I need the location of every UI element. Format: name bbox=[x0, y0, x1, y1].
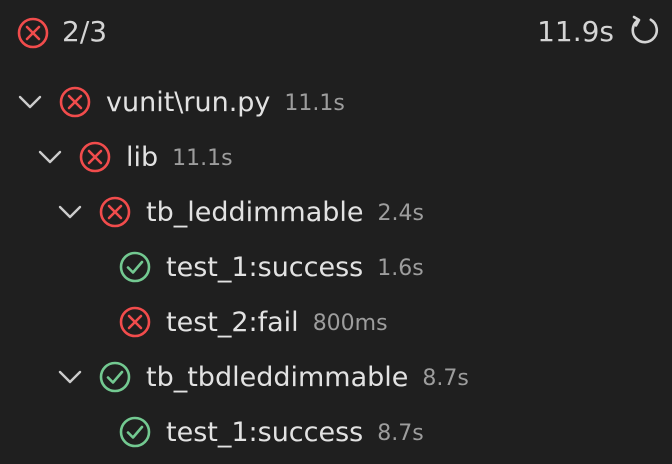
tree-item[interactable]: vunit\run.py 11.1s bbox=[0, 76, 672, 128]
chevron-down-icon[interactable] bbox=[16, 88, 44, 116]
tree-item-duration: 800ms bbox=[312, 311, 388, 336]
tree-item-label: test_2:fail bbox=[166, 307, 299, 338]
total-duration: 11.9s bbox=[537, 15, 614, 48]
pass-circle-icon bbox=[119, 251, 151, 283]
tree-item-duration: 8.7s bbox=[377, 421, 424, 446]
tree-item-duration: 11.1s bbox=[284, 91, 345, 116]
chevron-down-icon[interactable] bbox=[36, 143, 64, 171]
chevron-down-icon[interactable] bbox=[56, 198, 84, 226]
tree-item-label: tb_tbdleddimmable bbox=[146, 362, 409, 393]
tree-item[interactable]: lib 11.1s bbox=[0, 131, 672, 183]
tree-item-label: tb_leddimmable bbox=[146, 197, 364, 228]
test-results-header: 2/3 11.9s bbox=[0, 0, 672, 64]
tree-item[interactable]: test_1:success 1.6s bbox=[0, 241, 672, 293]
tree-item-label: vunit\run.py bbox=[106, 87, 271, 118]
pass-circle-icon bbox=[119, 416, 151, 448]
pass-circle-icon bbox=[99, 361, 131, 393]
chevron-down-icon[interactable] bbox=[56, 363, 84, 391]
tree-item[interactable]: test_2:fail 800ms bbox=[0, 296, 672, 348]
tree-item[interactable]: test_1:success 8.7s bbox=[0, 406, 672, 458]
tree-item-duration: 8.7s bbox=[422, 366, 469, 391]
tree-item[interactable]: tb_tbdleddimmable 8.7s bbox=[0, 351, 672, 403]
error-circle-icon bbox=[59, 86, 91, 118]
error-circle-icon bbox=[99, 196, 131, 228]
tree-item-label: test_1:success bbox=[166, 252, 364, 283]
tree-item-duration: 2.4s bbox=[377, 201, 424, 226]
tree-item[interactable]: tb_leddimmable 2.4s bbox=[0, 186, 672, 238]
test-results-panel: 2/3 11.9s vunit\run.py 11.1s lib 11.1s tb_le… bbox=[0, 0, 672, 464]
error-circle-icon bbox=[79, 141, 111, 173]
error-circle-icon bbox=[17, 17, 49, 49]
tree-item-label: test_1:success bbox=[166, 417, 364, 448]
failed-count: 2/3 bbox=[62, 15, 108, 48]
error-circle-icon bbox=[119, 306, 151, 338]
tree-item-duration: 1.6s bbox=[377, 256, 424, 281]
refresh-icon[interactable] bbox=[628, 13, 662, 47]
tree-item-duration: 11.1s bbox=[172, 146, 233, 171]
tree-item-label: lib bbox=[126, 142, 159, 173]
